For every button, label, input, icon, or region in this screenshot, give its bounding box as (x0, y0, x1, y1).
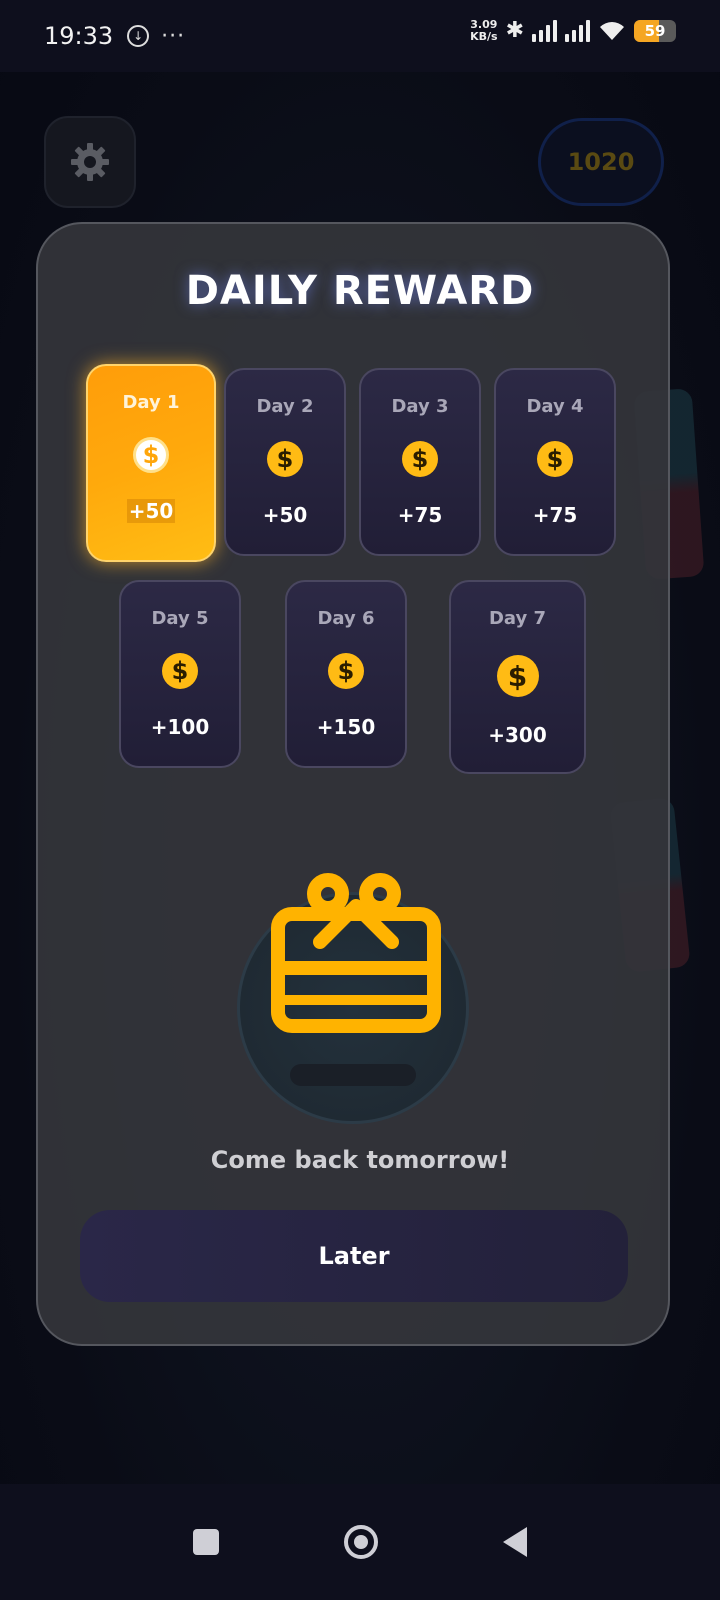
coin-icon: $ (496, 655, 539, 697)
day-card-4[interactable]: Day 4 $ +75 (494, 368, 616, 556)
later-button-label: Later (318, 1242, 390, 1270)
gear-icon (71, 143, 109, 181)
day-label: Day 3 (391, 396, 449, 417)
day-label: Day 5 (151, 608, 209, 629)
recents-button[interactable] (192, 1529, 219, 1555)
wifi-icon (600, 21, 624, 40)
day-card-3[interactable]: Day 3 $ +75 (359, 368, 481, 556)
download-icon: ↓ (127, 25, 150, 47)
day-card-1[interactable]: Day 1 $ +50 (86, 364, 216, 562)
system-nav-bar (0, 1484, 720, 1600)
modal-title: DAILY REWARD (185, 268, 535, 314)
day-card-7[interactable]: Day 7 $ +300 (449, 580, 586, 774)
status-time: 19:33 (44, 22, 114, 50)
network-speed-value: 3.09 (470, 17, 498, 31)
day-card-5[interactable]: Day 5 $ +100 (119, 580, 241, 768)
home-button[interactable] (343, 1525, 378, 1559)
day-label: Day 7 (488, 608, 547, 629)
coin-icon: $ (537, 441, 573, 477)
day-amount: +75 (397, 503, 443, 527)
day-label: Day 6 (317, 608, 375, 629)
coin-icon: $ (267, 441, 303, 477)
screen: 19:33 ↓ ··· 3.09 KB/s ✱ 59 1020 DAILY RE… (0, 0, 720, 1600)
coin-icon: $ (402, 441, 438, 477)
battery-icon: 59 (634, 19, 676, 42)
day-label: Day 2 (256, 396, 314, 417)
home-icon (353, 1535, 368, 1549)
coin-balance: 1020 (538, 118, 664, 206)
day-amount: +150 (316, 715, 376, 739)
day-amount: +50 (262, 503, 308, 527)
more-icon: ··· (161, 23, 186, 49)
status-bar: 19:33 ↓ ··· 3.09 KB/s ✱ 59 (0, 0, 720, 72)
gift-backdrop-bar (290, 1064, 416, 1086)
day-card-2[interactable]: Day 2 $ +50 (224, 368, 346, 556)
network-speed-unit: KB/s (470, 29, 498, 43)
later-button[interactable]: Later (80, 1210, 628, 1302)
day-amount: +300 (488, 723, 547, 747)
coin-icon: $ (162, 653, 198, 689)
back-button[interactable] (503, 1527, 528, 1557)
come-back-message: Come back tomorrow! (210, 1146, 510, 1174)
status-right: 3.09 KB/s ✱ 59 (470, 18, 676, 43)
coin-icon: $ (133, 437, 169, 473)
signal-icon (532, 19, 557, 42)
coin-icon: $ (328, 653, 364, 689)
day-card-6[interactable]: Day 6 $ +150 (285, 580, 407, 768)
bluetooth-icon: ✱ (505, 18, 524, 43)
day-label: Day 1 (122, 392, 180, 413)
settings-button[interactable] (44, 116, 136, 208)
signal-icon (565, 19, 590, 42)
battery-level: 59 (644, 21, 666, 40)
day-amount: +75 (532, 503, 578, 527)
network-speed: 3.09 KB/s (470, 17, 498, 43)
gift-icon (271, 873, 441, 1033)
day-label: Day 4 (526, 396, 584, 417)
day-amount: +50 (126, 499, 176, 523)
day-amount: +100 (150, 715, 210, 739)
